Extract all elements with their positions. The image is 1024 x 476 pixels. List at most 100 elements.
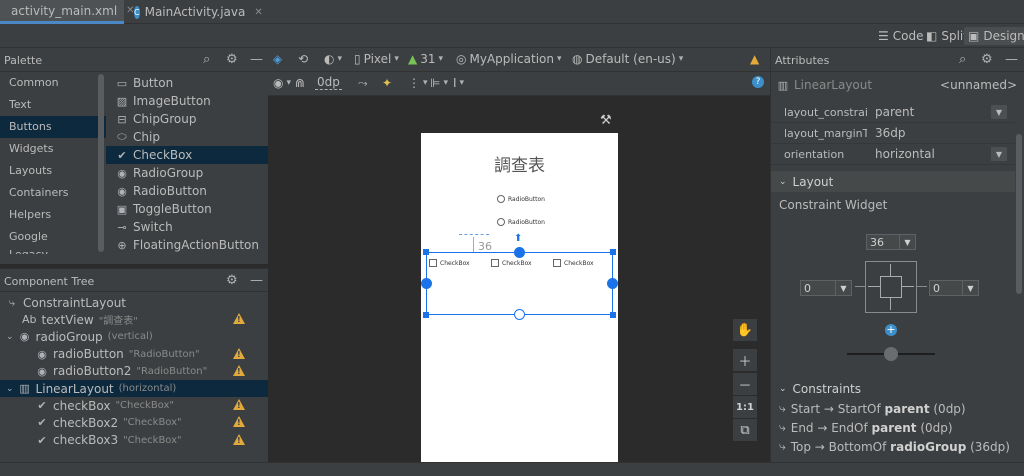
baseline-icon[interactable]: Ι ▾: [453, 76, 464, 90]
guidelines-icon[interactable]: ⋮ ▾: [408, 76, 428, 90]
chevron-down-icon[interactable]: ▼: [835, 281, 851, 295]
zoom-in-icon[interactable]: ＋: [733, 349, 757, 371]
palette-scrollbar[interactable]: [98, 74, 104, 252]
tree-row-radiogroup[interactable]: ⌄ ◉ radioGroup (vertical): [0, 328, 268, 345]
constraint-start[interactable]: ⤷ Start → StartOf parent (0dp): [779, 401, 966, 416]
design-view-button[interactable]: ▣ Design: [964, 27, 1024, 45]
palette-item-radiobutton[interactable]: ◉ RadioButton: [106, 182, 268, 200]
gear-icon[interactable]: ⚙: [226, 52, 238, 67]
tab-activity-main-xml[interactable]: activity_main.xml ✕: [0, 0, 135, 24]
warning-icon[interactable]: [233, 313, 245, 325]
warning-icon[interactable]: [233, 364, 245, 376]
palette-category-legacy[interactable]: Legacy: [0, 248, 106, 254]
resize-handle[interactable]: [610, 249, 616, 255]
minimize-icon[interactable]: —: [1005, 52, 1018, 67]
code-view-button[interactable]: ☰ Code: [874, 27, 928, 45]
attr-value[interactable]: parent: [867, 105, 991, 119]
end-margin-spinner[interactable]: 0 ▼: [929, 280, 979, 296]
tree-row-checkbox3[interactable]: ✔ checkBox3 "CheckBox": [0, 432, 268, 449]
constraint-spring-left[interactable]: [868, 286, 880, 287]
preview-radio-button-2[interactable]: RadioButton: [497, 218, 545, 226]
gear-icon[interactable]: ⚙: [981, 52, 993, 67]
chevron-down-icon[interactable]: ▼: [991, 105, 1007, 119]
palette-category-buttons[interactable]: Buttons: [0, 116, 106, 138]
attr-value[interactable]: 36dp: [867, 126, 1015, 140]
palette-item-imagebutton[interactable]: ▨ ImageButton: [106, 92, 268, 110]
resize-handle[interactable]: [610, 312, 616, 318]
tree-row-radiobutton2[interactable]: ◉ radioButton2 "RadioButton": [0, 363, 268, 380]
gear-icon[interactable]: ⚙: [226, 273, 238, 288]
eye-icon[interactable]: ◉ ▾: [273, 76, 291, 90]
warning-icon[interactable]: ▲: [750, 52, 759, 66]
preview-title[interactable]: 調查表: [421, 151, 618, 176]
end-anchor-handle[interactable]: [607, 278, 618, 289]
constraint-top[interactable]: ⤷ Top → BottomOf radioGroup (36dp): [779, 439, 1010, 454]
palette-item-button[interactable]: ▭ Button: [106, 74, 268, 92]
preview-radio-button-1[interactable]: RadioButton: [497, 195, 545, 203]
help-icon[interactable]: ?: [752, 76, 764, 88]
locale-selector[interactable]: ◍ Default (en-us) ▾: [572, 52, 683, 66]
attributes-scrollbar[interactable]: [1016, 134, 1022, 294]
palette-item-switch[interactable]: ⊸ Switch: [106, 218, 268, 236]
chevron-down-icon[interactable]: ▼: [991, 147, 1007, 161]
infer-constraints-icon[interactable]: ✦: [382, 76, 392, 90]
clear-constraints-icon[interactable]: ⤳: [358, 76, 368, 91]
default-margin-field[interactable]: 0dp: [315, 75, 342, 90]
top-margin-spinner[interactable]: 36 ▼: [866, 234, 916, 250]
selected-linearlayout[interactable]: [421, 247, 618, 320]
palette-item-togglebutton[interactable]: ▣ ToggleButton: [106, 200, 268, 218]
bias-slider-thumb[interactable]: [884, 347, 898, 361]
warning-icon[interactable]: [233, 399, 245, 411]
tree-row-checkbox2[interactable]: ✔ checkBox2 "CheckBox": [0, 414, 268, 431]
palette-category-layouts[interactable]: Layouts: [0, 160, 106, 182]
palette-item-fab[interactable]: ⊕ FloatingActionButton: [106, 236, 268, 254]
constraint-end[interactable]: ⤷ End → EndOf parent (0dp): [779, 420, 953, 435]
warning-icon[interactable]: [233, 416, 245, 428]
palette-category-helpers[interactable]: Helpers: [0, 204, 106, 226]
palette-category-google[interactable]: Google: [0, 226, 106, 248]
palette-item-chip[interactable]: ⬭ Chip: [106, 128, 268, 146]
warning-icon[interactable]: [233, 433, 245, 445]
constraint-spring-right[interactable]: [902, 286, 914, 287]
night-mode-icon[interactable]: ◐ ▾: [324, 52, 342, 66]
widget-id[interactable]: <unnamed>: [940, 78, 1017, 92]
attr-value[interactable]: horizontal: [867, 147, 991, 161]
device-selector[interactable]: ▯ Pixel ▾: [354, 52, 399, 66]
minimize-icon[interactable]: —: [250, 273, 263, 288]
magnet-icon[interactable]: ⋒: [295, 76, 305, 90]
tab-mainactivity-java[interactable]: C MainActivity.java ✕: [128, 0, 263, 24]
warning-icon[interactable]: [233, 347, 245, 359]
tree-row-radiobutton[interactable]: ◉ radioButton "RadioButton": [0, 346, 268, 363]
chevron-down-icon[interactable]: ▼: [962, 281, 978, 295]
constraint-spring-top[interactable]: [890, 264, 891, 276]
zoom-out-icon[interactable]: －: [733, 373, 757, 395]
align-icon[interactable]: ⊫ ▾: [430, 76, 448, 90]
chevron-down-icon[interactable]: ▼: [899, 235, 915, 249]
chevron-down-icon[interactable]: ⌄: [6, 332, 14, 342]
bottom-anchor-handle[interactable]: [514, 309, 525, 320]
start-anchor-handle[interactable]: [421, 278, 432, 289]
resize-handle[interactable]: [423, 249, 429, 255]
zoom-actual-size-button[interactable]: 1:1: [733, 396, 757, 418]
palette-category-text[interactable]: Text: [0, 94, 106, 116]
layout-section-header[interactable]: ⌄ Layout: [771, 171, 1015, 192]
palette-category-containers[interactable]: Containers: [0, 182, 106, 204]
search-icon[interactable]: ⌕: [959, 52, 966, 67]
resize-handle[interactable]: [423, 312, 429, 318]
palette-item-chipgroup[interactable]: ⊟ ChipGroup: [106, 110, 268, 128]
wrench-icon[interactable]: ⚒: [600, 113, 612, 128]
zoom-fit-icon[interactable]: ⧉: [733, 419, 757, 441]
tree-row-textview[interactable]: Ab textView "調查表": [0, 311, 268, 328]
tree-row-checkbox[interactable]: ✔ checkBox "CheckBox": [0, 397, 268, 414]
add-constraint-icon[interactable]: +: [885, 324, 897, 336]
constraint-spring-bottom[interactable]: [890, 298, 891, 310]
close-icon[interactable]: ✕: [254, 7, 262, 18]
palette-category-common[interactable]: Common: [0, 72, 106, 94]
minimize-icon[interactable]: —: [250, 52, 263, 67]
top-anchor-handle[interactable]: [514, 247, 525, 258]
chevron-down-icon[interactable]: ⌄: [6, 384, 14, 394]
palette-item-checkbox[interactable]: ✔ CheckBox: [106, 146, 268, 164]
search-icon[interactable]: ⌕: [203, 52, 210, 67]
pan-hand-icon[interactable]: ✋: [733, 319, 757, 341]
palette-category-widgets[interactable]: Widgets: [0, 138, 106, 160]
